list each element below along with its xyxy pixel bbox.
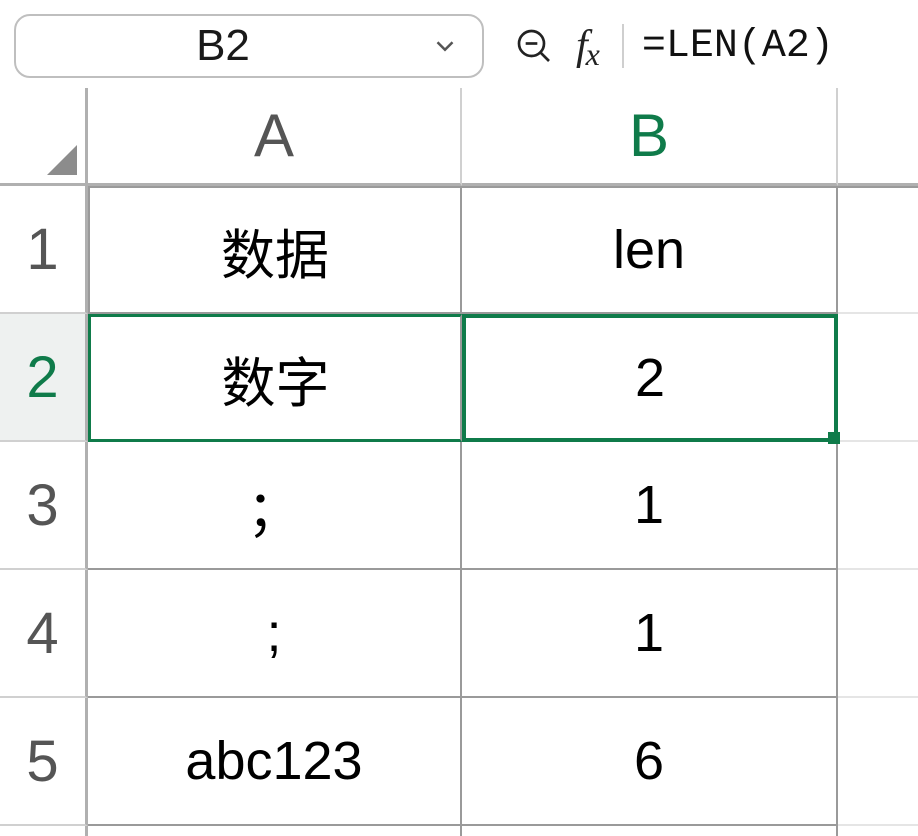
- cell-a3[interactable]: ；: [88, 442, 462, 570]
- cell-c6[interactable]: [838, 826, 918, 836]
- formula-area: fx =LEN(A2): [508, 14, 834, 78]
- cell-b2[interactable]: 2: [462, 314, 838, 442]
- select-all-corner[interactable]: [0, 88, 88, 186]
- row-header-6[interactable]: [0, 826, 88, 836]
- fx-icon[interactable]: fx: [572, 22, 604, 70]
- row-header-5[interactable]: 5: [0, 698, 88, 826]
- row-4: 4 ; 1: [0, 570, 918, 698]
- cell-a6[interactable]: [88, 826, 462, 836]
- chevron-down-icon[interactable]: [430, 31, 460, 61]
- cell-c1[interactable]: [838, 186, 918, 314]
- cell-b3[interactable]: 1: [462, 442, 838, 570]
- cell-a4[interactable]: ;: [88, 570, 462, 698]
- column-header-b[interactable]: B: [462, 88, 838, 186]
- row-header-2[interactable]: 2: [0, 314, 88, 442]
- zoom-out-icon[interactable]: [508, 26, 560, 66]
- name-box[interactable]: B2: [14, 14, 484, 78]
- row-2: 2 数字 2: [0, 314, 918, 442]
- separator: [622, 24, 624, 68]
- cell-b4[interactable]: 1: [462, 570, 838, 698]
- cell-a5[interactable]: abc123: [88, 698, 462, 826]
- cell-b1[interactable]: len: [462, 186, 838, 314]
- formula-input[interactable]: =LEN(A2): [642, 24, 834, 69]
- column-header-a[interactable]: A: [88, 88, 462, 186]
- cell-c5[interactable]: [838, 698, 918, 826]
- row-3: 3 ； 1: [0, 442, 918, 570]
- cell-c3[interactable]: [838, 442, 918, 570]
- column-header-c[interactable]: [838, 88, 918, 186]
- cell-b5[interactable]: 6: [462, 698, 838, 826]
- row-1: 1 数据 len: [0, 186, 918, 314]
- row-header-1[interactable]: 1: [0, 186, 88, 314]
- cell-reference: B2: [16, 21, 430, 71]
- row-header-3[interactable]: 3: [0, 442, 88, 570]
- column-header-row: A B: [0, 88, 918, 186]
- row-header-4[interactable]: 4: [0, 570, 88, 698]
- row-5: 5 abc123 6: [0, 698, 918, 826]
- spreadsheet-grid: A B 1 数据 len 2 数字 2 3 ； 1 4 ; 1 5 abc123…: [0, 88, 918, 836]
- cell-a2[interactable]: 数字: [88, 314, 462, 442]
- cell-c4[interactable]: [838, 570, 918, 698]
- select-all-triangle-icon: [47, 145, 77, 175]
- row-6: [0, 826, 918, 836]
- cell-c2[interactable]: [838, 314, 918, 442]
- cell-b6[interactable]: [462, 826, 838, 836]
- formula-bar: B2 fx =LEN(A2): [0, 0, 918, 88]
- cell-a1[interactable]: 数据: [88, 186, 462, 314]
